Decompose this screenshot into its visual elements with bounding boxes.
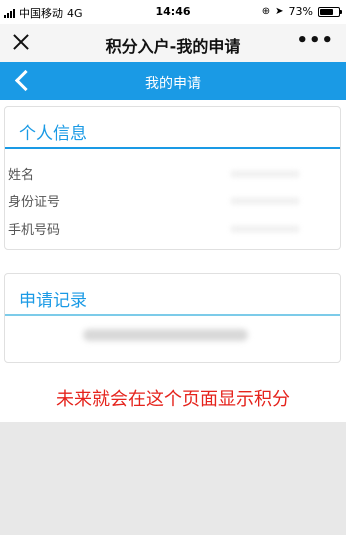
phone-field-label: 手机号码 [8,223,61,238]
status-right: ⊕ ➤ 73% [261,5,342,18]
section-divider [5,314,340,316]
phone-value-redacted [230,225,300,233]
id-number-field-label: 身份证号 [8,195,61,210]
application-records-card: 申请记录 [4,273,341,363]
battery-percent: 73% [288,5,313,18]
record-item-redacted[interactable] [83,329,248,341]
more-menu-button[interactable]: ••• [296,32,334,50]
records-title: 申请记录 [19,291,87,311]
status-bar: 中国移动 4G 14:46 ⊕ ➤ 73% [0,0,346,24]
app-header: 我的申请 [0,62,346,100]
section-divider [5,147,340,149]
battery-icon [318,6,342,17]
name-value-redacted [230,170,300,178]
main-content: 个人信息 姓名 身份证号 手机号码 申请记录 未来就会在这个页面显示积分 [0,100,346,422]
location-icon: ➤ [275,6,284,17]
personal-info-title: 个人信息 [19,124,87,144]
annotation-note: 未来就会在这个页面显示积分 [56,389,290,410]
page-title: 积分入户-我的申请 [105,37,241,56]
personal-info-card: 个人信息 姓名 身份证号 手机号码 [4,106,341,250]
name-field-label: 姓名 [8,168,35,183]
lock-rotation-icon: ⊕ [261,6,271,17]
header-title: 我的申请 [145,76,201,92]
wechat-title-bar: 积分入户-我的申请 ••• [0,24,346,62]
id-number-value-redacted [230,197,300,205]
